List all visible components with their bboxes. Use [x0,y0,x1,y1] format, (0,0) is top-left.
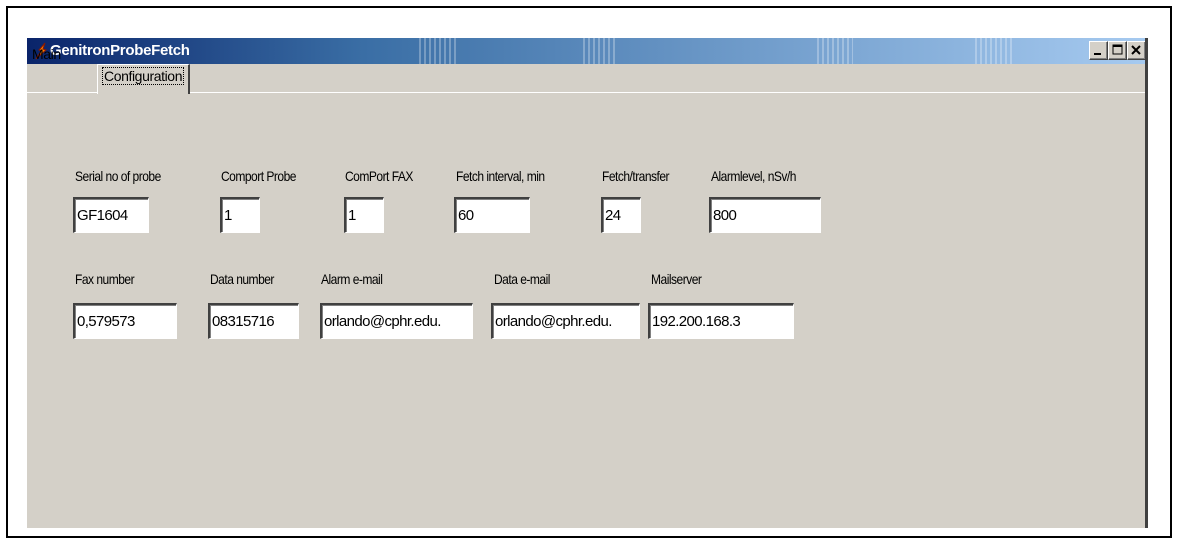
comport-fax-input[interactable] [346,199,383,232]
data-email-field[interactable] [491,303,640,339]
data-number-input[interactable] [210,305,298,338]
maximize-icon [1112,44,1123,55]
alarm-email-field[interactable] [320,303,473,339]
comport-probe-input[interactable] [222,199,259,232]
label-data-email: Data e-mail [494,271,550,287]
mailserver-field[interactable] [648,303,794,339]
label-serial-no: Serial no of probe [75,168,161,184]
mailserver-input[interactable] [650,305,793,338]
serial-no-input[interactable] [75,199,148,232]
alarm-level-field[interactable] [709,197,821,233]
close-button[interactable] [1127,41,1145,60]
tab-configuration[interactable]: Configuration [97,64,191,94]
title-bar-texture [817,38,853,64]
title-bar-texture [975,38,1015,64]
minimize-icon [1094,53,1101,55]
label-fax-number: Fax number [75,271,135,287]
comport-fax-field[interactable] [344,197,384,233]
fetch-interval-input[interactable] [456,199,529,232]
title-bar-texture [419,38,459,64]
label-mailserver: Mailserver [651,271,702,287]
label-fetch-interval: Fetch interval, min [456,168,545,184]
fetch-interval-field[interactable] [454,197,530,233]
label-alarm-email: Alarm e-mail [321,271,383,287]
data-number-field[interactable] [208,303,299,339]
label-comport-fax: ComPort FAX [345,168,413,184]
serial-no-field[interactable] [73,197,149,233]
fetch-transfer-field[interactable] [601,197,641,233]
comport-probe-field[interactable] [220,197,260,233]
label-comport-probe: Comport Probe [221,168,296,184]
tab-main[interactable]: Main [32,46,61,62]
tab-configuration-label: Configuration [102,67,185,85]
fax-number-field[interactable] [73,303,177,339]
fetch-transfer-input[interactable] [603,199,640,232]
close-icon [1131,45,1141,55]
label-alarm-level: Alarmlevel, nSv/h [711,168,796,184]
title-bar-texture [583,38,617,64]
window-title: GenitronProbeFetch [50,42,190,59]
application-window: GenitronProbeFetch Main Configuration Se… [26,38,1148,528]
maximize-button[interactable] [1108,41,1127,60]
label-data-number: Data number [210,271,274,287]
data-email-input[interactable] [493,305,639,338]
alarm-level-input[interactable] [711,199,820,232]
label-fetch-transfer: Fetch/transfer [602,168,670,184]
fax-number-input[interactable] [75,305,176,338]
alarm-email-input[interactable] [322,305,472,338]
title-bar[interactable]: GenitronProbeFetch [27,38,1145,64]
minimize-button[interactable] [1089,41,1108,60]
